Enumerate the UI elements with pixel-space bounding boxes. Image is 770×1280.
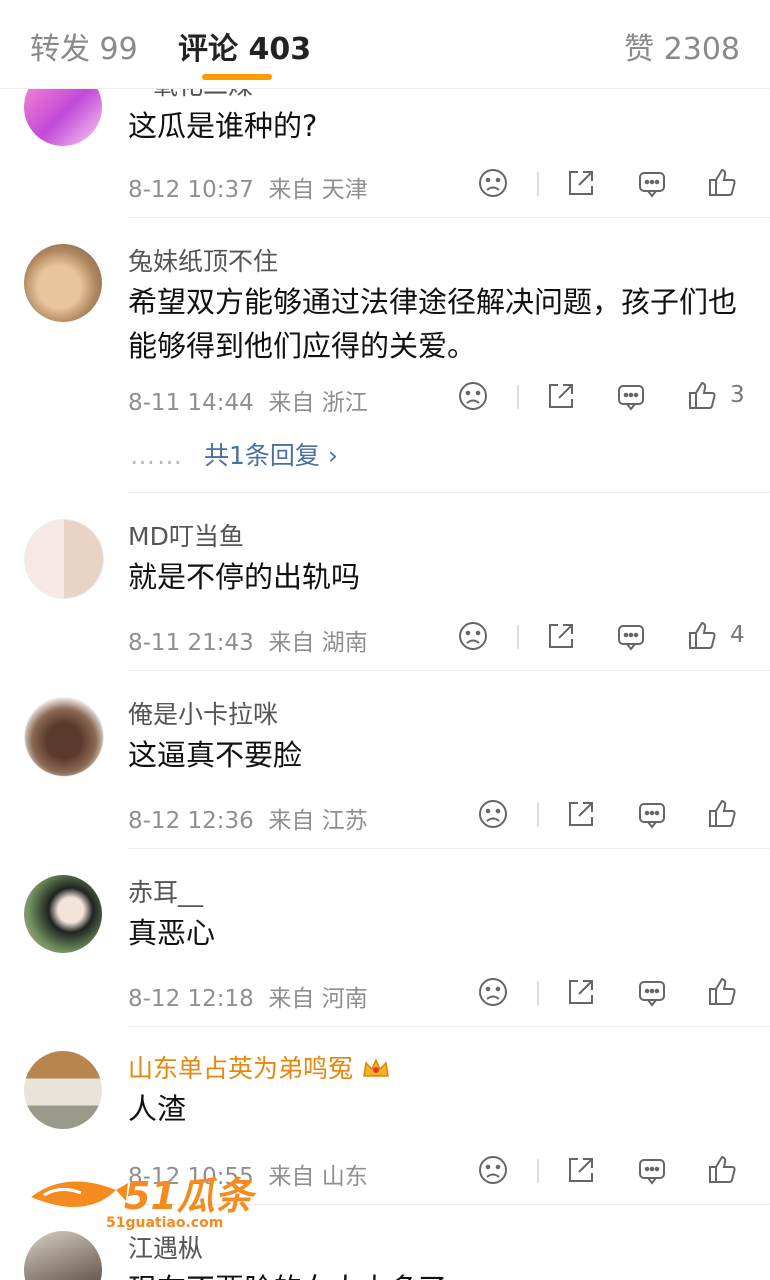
reply-icon[interactable]: [635, 975, 669, 1009]
share-icon[interactable]: [564, 1153, 598, 1187]
reply-icon[interactable]: [635, 1153, 669, 1187]
divider: [537, 803, 539, 827]
comment-item: MD叮当鱼 就是不停的出轨吗 8-11 21:43 来自 湖南 4: [0, 493, 770, 671]
watermark-url: 51guatiao.com: [106, 1215, 224, 1231]
comment-time: 8-11 14:44: [128, 390, 254, 416]
comment-username[interactable]: 山东单占英为弟鸣冤: [128, 1049, 391, 1085]
share-icon[interactable]: [544, 619, 578, 653]
share-icon[interactable]: [564, 166, 598, 200]
avatar[interactable]: [24, 1231, 102, 1280]
dislike-icon[interactable]: [476, 975, 510, 1009]
tab-comments[interactable]: 评论 403: [178, 24, 311, 68]
like-icon[interactable]: [705, 166, 739, 200]
comment-time: 8-11 21:43: [128, 630, 254, 656]
comment-tab-bar: 转发 99 评论 403 赞 2308: [0, 0, 770, 89]
comment-text: 这瓜是谁种的?: [128, 109, 318, 143]
share-icon[interactable]: [564, 797, 598, 831]
divider: [537, 172, 539, 196]
comment-username[interactable]: MD叮当鱼: [128, 517, 244, 553]
comment-location: 来自 浙江: [268, 390, 368, 416]
dislike-icon[interactable]: [456, 379, 490, 413]
like-icon[interactable]: [685, 379, 719, 413]
comment-text: 真恶心: [128, 916, 216, 950]
chevron-right-icon: ›: [327, 441, 338, 470]
active-tab-indicator: [202, 74, 272, 80]
like-icon[interactable]: [705, 797, 739, 831]
like-count: 3: [730, 382, 745, 408]
comment-username[interactable]: 赤耳__: [128, 873, 203, 909]
reply-icon[interactable]: [635, 166, 669, 200]
view-replies-link[interactable]: …… 共1条回复 ›: [130, 436, 338, 472]
share-icon[interactable]: [544, 379, 578, 413]
replies-label: 共1条回复: [204, 441, 320, 470]
divider: [537, 1159, 539, 1183]
reply-icon[interactable]: [635, 797, 669, 831]
comment-location: 来自 天津: [268, 177, 368, 203]
reply-icon[interactable]: [614, 619, 648, 653]
comment-meta: 8-12 12:18 来自 河南: [128, 979, 368, 1013]
comment-username[interactable]: 兔妹纸顶不住: [128, 242, 278, 278]
share-icon[interactable]: [564, 975, 598, 1009]
avatar[interactable]: [24, 519, 104, 599]
dots: ……: [130, 441, 184, 470]
like-count: 4: [730, 622, 745, 648]
comment-location: 来自 河南: [268, 986, 368, 1012]
divider: [517, 385, 519, 409]
comment-item: 一氧化二煤 这瓜是谁种的? 8-12 10:37 来自 天津: [0, 68, 770, 218]
avatar[interactable]: [24, 697, 104, 777]
comment-text: 希望双方能够通过法律途径解决问题，孩子们也能够得到他们应得的关爱。: [128, 285, 738, 363]
like-icon[interactable]: [685, 619, 719, 653]
avatar[interactable]: [24, 875, 102, 953]
comment-username[interactable]: 俺是小卡拉咪: [128, 695, 278, 731]
divider: [517, 625, 519, 649]
comment-location: 来自 山东: [268, 1164, 368, 1190]
dislike-icon[interactable]: [476, 166, 510, 200]
comment-item: 兔妹纸顶不住 希望双方能够通过法律途径解决问题，孩子们也能够得到他们应得的关爱。…: [0, 218, 770, 493]
comment-text: 这逼真不要脸: [128, 738, 303, 772]
tab-likes[interactable]: 赞 2308: [624, 24, 740, 68]
dislike-icon[interactable]: [476, 797, 510, 831]
dislike-icon[interactable]: [456, 619, 490, 653]
crown-icon: [361, 1056, 391, 1080]
comment-meta: 8-12 10:37 来自 天津: [128, 170, 368, 204]
like-icon[interactable]: [705, 1153, 739, 1187]
comment-text: 就是不停的出轨吗: [128, 560, 361, 594]
divider: [537, 981, 539, 1005]
tab-forward[interactable]: 转发 99: [30, 24, 138, 68]
watermark-logo: 51瓜条 51guatiao.com: [26, 1165, 276, 1235]
comment-item: 赤耳__ 真恶心 8-12 12:18 来自 河南: [0, 849, 770, 1027]
comment-text: 人渣: [128, 1092, 187, 1126]
dislike-icon[interactable]: [476, 1153, 510, 1187]
reply-icon[interactable]: [614, 379, 648, 413]
comment-text: 现在不要脸的女人太多了: [128, 1267, 738, 1280]
avatar[interactable]: [24, 1051, 102, 1129]
comment-item: 俺是小卡拉咪 这逼真不要脸 8-12 12:36 来自 江苏: [0, 671, 770, 849]
comment-location: 来自 江苏: [268, 808, 368, 834]
comment-location: 来自 湖南: [268, 630, 368, 656]
comment-time: 8-12 12:36: [128, 808, 254, 834]
username-text: 山东单占英为弟鸣冤: [128, 1054, 354, 1083]
comment-meta: 8-11 21:43 来自 湖南: [128, 623, 368, 657]
avatar[interactable]: [24, 244, 102, 322]
comment-meta: 8-12 12:36 来自 江苏: [128, 801, 368, 835]
comment-time: 8-12 12:18: [128, 986, 254, 1012]
comment-meta: 8-11 14:44 来自 浙江: [128, 383, 368, 417]
watermark-brand: 51瓜条: [124, 1174, 253, 1218]
comment-time: 8-12 10:37: [128, 177, 254, 203]
like-icon[interactable]: [705, 975, 739, 1009]
